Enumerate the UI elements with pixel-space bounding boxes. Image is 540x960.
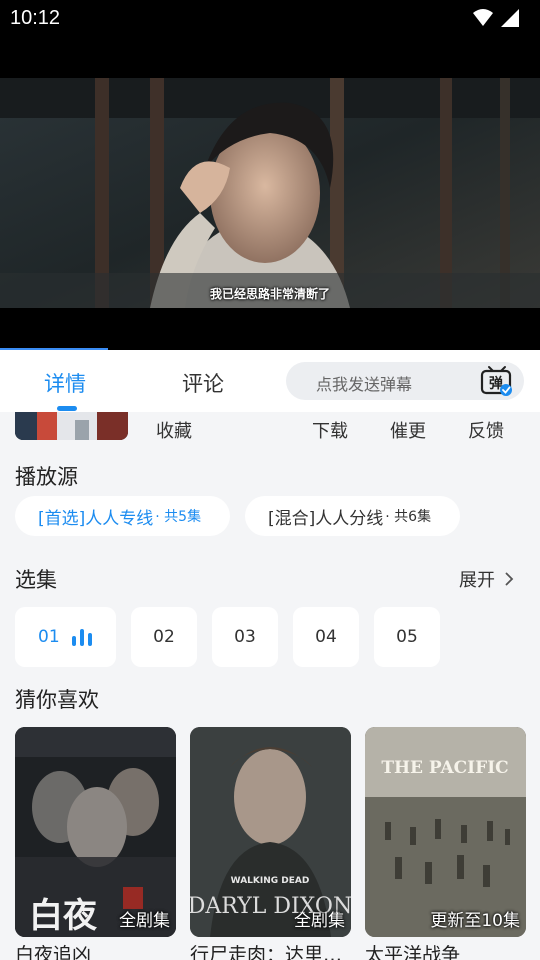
wifi-icon [473, 9, 493, 26]
recommend-title-2[interactable]: 行尸走肉：达里尔·迪克森 [190, 940, 351, 960]
status-bar: 10:12 [0, 0, 540, 78]
poster-title-art: 白夜 [29, 896, 98, 936]
source-chip-mixed[interactable]: [混合]人人分线 · 共6集 [245, 496, 460, 536]
recommend-poster-1[interactable]: 白夜 全剧集 [15, 727, 176, 937]
tab-comments[interactable]: 评论 [182, 368, 224, 398]
video-frame [0, 78, 540, 308]
video-letterbox [0, 308, 540, 350]
favorite-button[interactable]: 收藏 [156, 417, 192, 443]
tab-details[interactable]: 详情 [44, 368, 86, 398]
playing-equalizer-icon [71, 628, 92, 646]
episode-02[interactable]: 02 [131, 607, 197, 667]
recommend-poster-2[interactable]: WALKING DEAD DARYL DIXON 全剧集 [190, 727, 351, 937]
poster-subtitle-art: WALKING DEAD [231, 876, 310, 886]
video-player[interactable] [0, 78, 540, 308]
action-row: 收藏 下载 催更 反馈 [0, 412, 540, 448]
danmu-placeholder: 点我发送弹幕 [316, 375, 413, 394]
source-chip-label: [首选]人人专线 [38, 508, 154, 529]
expand-label: 展开 [459, 570, 495, 591]
source-chip-primary[interactable]: [首选]人人专线 · 共5集 [15, 496, 230, 536]
recommend-badge: 更新至10集 [430, 911, 520, 931]
feedback-button[interactable]: 反馈 [468, 417, 504, 443]
episode-05[interactable]: 05 [374, 607, 440, 667]
status-time: 10:12 [10, 7, 61, 29]
poster-title-art: THE PACIFIC [381, 758, 508, 778]
download-button[interactable]: 下载 [312, 417, 348, 443]
chevron-right-icon [505, 572, 514, 586]
recommend-badge: 全剧集 [294, 911, 345, 931]
sources-title: 播放源 [15, 465, 78, 489]
expand-episodes-button[interactable]: 展开 [459, 566, 514, 592]
episodes-title: 选集 [15, 568, 57, 592]
signal-icon [501, 9, 519, 27]
episode-01[interactable]: 01 [15, 607, 116, 667]
danmu-toggle-icon[interactable]: 弹 [480, 365, 514, 397]
danmu-input[interactable]: 点我发送弹幕 弹 [286, 362, 524, 400]
recommend-title: 猜你喜欢 [15, 688, 99, 712]
tab-indicator [57, 406, 77, 411]
episode-04[interactable]: 04 [293, 607, 359, 667]
episode-number: 01 [38, 627, 60, 647]
recommend-title-3[interactable]: 太平洋战争 [365, 940, 526, 960]
video-subtitle: 我已经思路非常清断了 [209, 287, 330, 301]
cover-thumbnail [15, 412, 128, 440]
recommend-badge: 全剧集 [119, 911, 170, 931]
tab-bar: 详情 评论 点我发送弹幕 弹 [0, 350, 540, 412]
source-chip-count: · 共5集 [155, 509, 202, 525]
recommend-title-1[interactable]: 白夜追凶 [15, 940, 176, 960]
source-chip-label: [混合]人人分线 [268, 508, 384, 529]
episode-03[interactable]: 03 [212, 607, 278, 667]
recommend-poster-3[interactable]: THE PACIFIC 更新至10集 [365, 727, 526, 937]
urge-update-button[interactable]: 催更 [390, 417, 426, 443]
source-chip-count: · 共6集 [385, 509, 432, 525]
